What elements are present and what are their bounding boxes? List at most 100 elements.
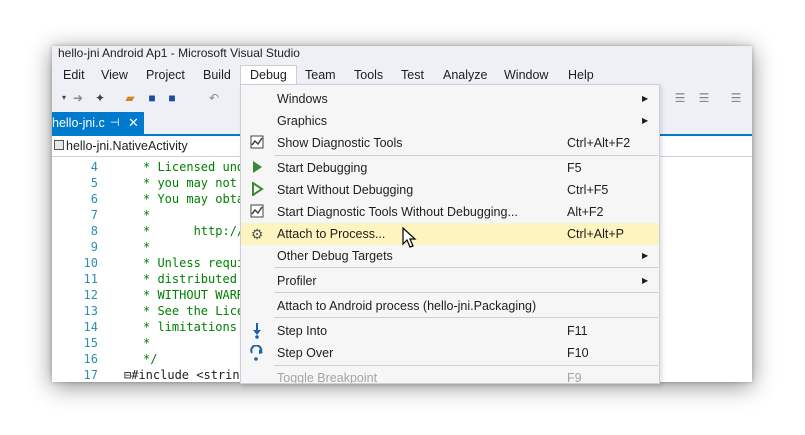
menu-separator bbox=[274, 267, 658, 268]
menu-item-attach-android-process[interactable]: Attach to Android process (hello-jni.Pac… bbox=[241, 295, 659, 317]
menu-item-other-debug-targets[interactable]: Other Debug Targets ▶ bbox=[241, 245, 659, 267]
debug-menu: Windows ▶ Graphics ▶ Show Diagnostic Too… bbox=[240, 84, 660, 384]
menu-separator bbox=[274, 292, 658, 293]
menu-item-profiler[interactable]: Profiler ▶ bbox=[241, 270, 659, 292]
menu-item-shortcut: Ctrl+F5 bbox=[567, 183, 609, 197]
menu-item-start-diagnostic-tools[interactable]: Start Diagnostic Tools Without Debugging… bbox=[241, 201, 659, 223]
menu-item-graphics[interactable]: Graphics ▶ bbox=[241, 110, 659, 132]
menu-separator bbox=[274, 155, 658, 156]
submenu-arrow-icon: ▶ bbox=[642, 251, 649, 260]
menu-item-start-without-debugging[interactable]: Start Without Debugging Ctrl+F5 bbox=[241, 179, 659, 201]
pin-icon[interactable]: ⊣ bbox=[110, 112, 120, 134]
line-number: 11 bbox=[83, 272, 98, 286]
tab-hello-jni-c[interactable]: hello-jni.c ⊣ ✕ bbox=[52, 112, 144, 134]
toolbar-icon-c[interactable]: ☰ bbox=[728, 90, 744, 106]
menu-item-label: Toggle Breakpoint bbox=[277, 371, 378, 384]
menu-item-show-diagnostic-tools[interactable]: Show Diagnostic Tools Ctrl+Alt+F2 bbox=[241, 132, 659, 154]
menu-item-label: Attach to Process... bbox=[277, 227, 386, 241]
scope-icon bbox=[54, 140, 64, 150]
line-number: 7 bbox=[90, 208, 98, 222]
undo-icon[interactable]: ↶ bbox=[206, 90, 222, 106]
menu-item-label: Profiler bbox=[277, 274, 317, 288]
menu-item-label: Start Diagnostic Tools Without Debugging… bbox=[277, 205, 518, 219]
close-icon[interactable]: ✕ bbox=[128, 112, 139, 134]
code-text: * WITHOUT WARR bbox=[143, 288, 245, 302]
menu-debug[interactable]: Debug bbox=[240, 65, 297, 85]
line-number: 17 bbox=[83, 368, 98, 382]
line-number: 10 bbox=[83, 256, 98, 270]
menu-view[interactable]: View bbox=[94, 65, 135, 85]
tab-label: hello-jni.c bbox=[52, 116, 105, 130]
menu-tools[interactable]: Tools bbox=[347, 65, 390, 85]
line-number: 16 bbox=[83, 352, 98, 366]
code-text: * bbox=[143, 208, 151, 222]
mouse-cursor-icon bbox=[402, 227, 417, 248]
diagnostic-icon bbox=[249, 135, 265, 151]
menu-item-toggle-breakpoint: Toggle Breakpoint F9 bbox=[241, 367, 659, 384]
line-number: 8 bbox=[90, 224, 98, 238]
menu-item-label: Step Into bbox=[277, 324, 328, 338]
submenu-arrow-icon: ▶ bbox=[642, 116, 649, 125]
code-text: * bbox=[143, 336, 151, 350]
menu-item-label: Graphics bbox=[277, 114, 328, 128]
line-number: 4 bbox=[90, 160, 98, 174]
code-text: * You may obta bbox=[143, 192, 245, 206]
code-text: * Licensed und bbox=[143, 160, 245, 174]
menu-separator bbox=[274, 365, 658, 366]
code-text: */ bbox=[143, 352, 158, 366]
menu-item-label: Start Debugging bbox=[277, 161, 368, 175]
code-text: ⊟#include <strin bbox=[124, 368, 240, 382]
step-over-icon bbox=[249, 344, 265, 361]
menu-team[interactable]: Team bbox=[298, 65, 343, 85]
menu-window[interactable]: Window bbox=[497, 65, 555, 85]
toolbar-icon-b[interactable]: ☰ bbox=[696, 90, 712, 106]
submenu-arrow-icon: ▶ bbox=[642, 276, 649, 285]
menu-test[interactable]: Test bbox=[394, 65, 431, 85]
play-icon bbox=[249, 160, 265, 176]
save-icon[interactable]: ■ bbox=[144, 90, 160, 106]
menu-item-step-over[interactable]: Step Over F10 bbox=[241, 342, 659, 364]
forward-icon[interactable]: ➜ bbox=[70, 90, 86, 106]
save-all-icon[interactable]: ■ bbox=[164, 90, 180, 106]
menu-item-shortcut: Ctrl+Alt+F2 bbox=[567, 136, 631, 150]
menu-item-step-into[interactable]: Step Into F11 bbox=[241, 320, 659, 342]
toolbar-icon-a[interactable]: ☰ bbox=[672, 90, 688, 106]
line-number: 13 bbox=[83, 304, 98, 318]
menu-item-label: Show Diagnostic Tools bbox=[277, 136, 403, 150]
code-text: * See the Lice bbox=[143, 304, 245, 318]
menu-project[interactable]: Project bbox=[139, 65, 192, 85]
menu-help[interactable]: Help bbox=[561, 65, 601, 85]
menu-item-shortcut: F9 bbox=[567, 371, 582, 384]
code-text: * bbox=[143, 240, 151, 254]
menu-bar: Edit View Project Build Debug Team Tools… bbox=[52, 63, 752, 85]
line-number: 14 bbox=[83, 320, 98, 334]
menu-item-label: Step Over bbox=[277, 346, 334, 360]
menu-item-shortcut: Ctrl+Alt+P bbox=[567, 227, 624, 241]
line-number: 15 bbox=[83, 336, 98, 350]
menu-item-windows[interactable]: Windows ▶ bbox=[241, 88, 659, 110]
menu-separator bbox=[274, 317, 658, 318]
menu-item-label: Start Without Debugging bbox=[277, 183, 414, 197]
menu-item-start-debugging[interactable]: Start Debugging F5 bbox=[241, 157, 659, 179]
menu-item-label: Windows bbox=[277, 92, 328, 106]
step-into-icon bbox=[249, 323, 265, 339]
menu-build[interactable]: Build bbox=[196, 65, 238, 85]
menu-item-attach-to-process[interactable]: ⚙ Attach to Process... Ctrl+Alt+P bbox=[241, 223, 659, 245]
line-number: 6 bbox=[90, 192, 98, 206]
gears-icon: ⚙ bbox=[250, 226, 264, 242]
new-item-icon[interactable]: ✦ bbox=[92, 90, 108, 106]
menu-edit[interactable]: Edit bbox=[56, 65, 92, 85]
menu-item-label: Other Debug Targets bbox=[277, 249, 393, 263]
code-text: * Unless requi bbox=[143, 256, 245, 270]
play-outline-icon bbox=[249, 181, 265, 198]
code-text: * limitations bbox=[143, 320, 245, 334]
menu-item-label: Attach to Android process (hello-jni.Pac… bbox=[277, 299, 537, 313]
menu-item-shortcut: Alt+F2 bbox=[567, 205, 604, 219]
window-title: hello-jni Android Ap1 - Microsoft Visual… bbox=[52, 46, 752, 62]
open-folder-icon[interactable]: ▰ bbox=[122, 90, 138, 106]
menu-analyze[interactable]: Analyze bbox=[436, 65, 494, 85]
code-text: * distributed bbox=[143, 272, 245, 286]
diagnostic-icon bbox=[249, 204, 265, 220]
scope-dropdown[interactable]: hello-jni.NativeActivity bbox=[66, 136, 188, 156]
code-text: * http:// bbox=[143, 224, 245, 238]
